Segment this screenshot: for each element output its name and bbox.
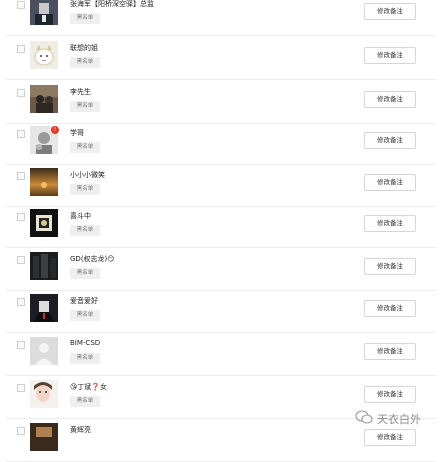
- blacklist-tag: 黑名单: [70, 184, 100, 195]
- avatar: [30, 337, 58, 365]
- list-item: 张海军【阳桥深空驿】总监 黑名单 修改备注: [6, 0, 436, 36]
- avatar: [30, 294, 58, 322]
- row-checkbox[interactable]: [17, 172, 25, 180]
- edit-remark-button[interactable]: 修改备注: [364, 174, 416, 191]
- avatar: [30, 423, 58, 451]
- contact-name: 😘丁斌❓女: [70, 383, 108, 391]
- avatar: [30, 380, 58, 408]
- list-item: BIM-CSD 黑名单 修改备注: [6, 334, 436, 376]
- blacklist-tag: 黑名单: [70, 268, 100, 279]
- avatar-image: [30, 0, 58, 25]
- avatar-image: [30, 85, 58, 113]
- edit-remark-button[interactable]: 修改备注: [364, 386, 416, 403]
- edit-remark-button[interactable]: 修改备注: [364, 132, 416, 149]
- row-checkbox[interactable]: [17, 256, 25, 264]
- row-checkbox[interactable]: [17, 341, 25, 349]
- edit-remark-button[interactable]: 修改备注: [364, 300, 416, 317]
- avatar-image: [30, 41, 58, 69]
- edit-remark-button[interactable]: 修改备注: [364, 215, 416, 232]
- contact-name: 张海军【阳桥深空驿】总监: [70, 0, 154, 8]
- contact-name: 黄辉亮: [70, 426, 91, 434]
- list-item: 喜斗中 黑名单 修改备注: [6, 206, 436, 248]
- blacklist-tag: 黑名单: [70, 225, 100, 236]
- contact-name: 喜斗中: [70, 212, 91, 220]
- avatar-image: [30, 423, 58, 451]
- list-item: GD(权志龙)😏 黑名单 修改备注: [6, 249, 436, 291]
- list-item: 爱音爱好 黑名单 修改备注: [6, 291, 436, 333]
- list-item: 李先生 黑名单 修改备注: [6, 82, 436, 124]
- row-checkbox[interactable]: [17, 130, 25, 138]
- blacklist-tag: 黑名单: [70, 142, 100, 153]
- row-checkbox[interactable]: [17, 384, 25, 392]
- list-item: 小小小微笑 黑名单 修改备注: [6, 165, 436, 207]
- blacklist-tag: 黑名单: [70, 101, 100, 112]
- contact-name: 联想的姐: [70, 44, 98, 52]
- default-avatar-icon: [30, 337, 58, 365]
- notification-badge: !: [51, 126, 59, 134]
- contact-name: 爱音爱好: [70, 297, 98, 305]
- watermark: 天衣白外: [355, 405, 445, 435]
- list-item: 联想的姐 黑名单 修改备注: [6, 38, 436, 80]
- avatar: [30, 41, 58, 69]
- contact-name: GD(权志龙)😏: [70, 255, 115, 263]
- edit-remark-button[interactable]: 修改备注: [364, 258, 416, 275]
- avatar-image: [30, 294, 58, 322]
- avatar-image: [30, 252, 58, 280]
- blacklist-tag: 黑名单: [70, 57, 100, 68]
- avatar: [30, 85, 58, 113]
- avatar-image: [30, 209, 58, 237]
- avatar-image: [30, 168, 58, 196]
- edit-remark-button[interactable]: 修改备注: [364, 47, 416, 64]
- edit-remark-button[interactable]: 修改备注: [364, 3, 416, 20]
- list-item: ! 学哥 黑名单 修改备注: [6, 123, 436, 165]
- blacklist-tag: 黑名单: [70, 353, 100, 364]
- avatar: !: [30, 126, 59, 154]
- avatar: [30, 168, 58, 196]
- row-checkbox[interactable]: [17, 45, 25, 53]
- row-checkbox[interactable]: [17, 298, 25, 306]
- blacklist-tag: 黑名单: [70, 310, 100, 321]
- row-checkbox[interactable]: [17, 89, 25, 97]
- edit-remark-button[interactable]: 修改备注: [364, 343, 416, 360]
- row-checkbox[interactable]: [17, 427, 25, 435]
- watermark-text: 天衣白外: [377, 413, 421, 426]
- blacklist-tag: 黑名单: [70, 396, 100, 407]
- blacklist-tag: 黑名单: [70, 13, 100, 24]
- contact-name: BIM-CSD: [70, 339, 101, 347]
- avatar: [30, 252, 58, 280]
- edit-remark-button[interactable]: 修改备注: [364, 91, 416, 108]
- avatar: [30, 209, 58, 237]
- avatar-image: [30, 380, 58, 408]
- wechat-icon: [355, 410, 373, 424]
- row-checkbox[interactable]: [17, 1, 25, 9]
- contact-name: 学哥: [70, 129, 84, 137]
- contact-name: 李先生: [70, 88, 91, 96]
- contact-name: 小小小微笑: [70, 171, 105, 179]
- avatar: [30, 0, 58, 25]
- row-checkbox[interactable]: [17, 213, 25, 221]
